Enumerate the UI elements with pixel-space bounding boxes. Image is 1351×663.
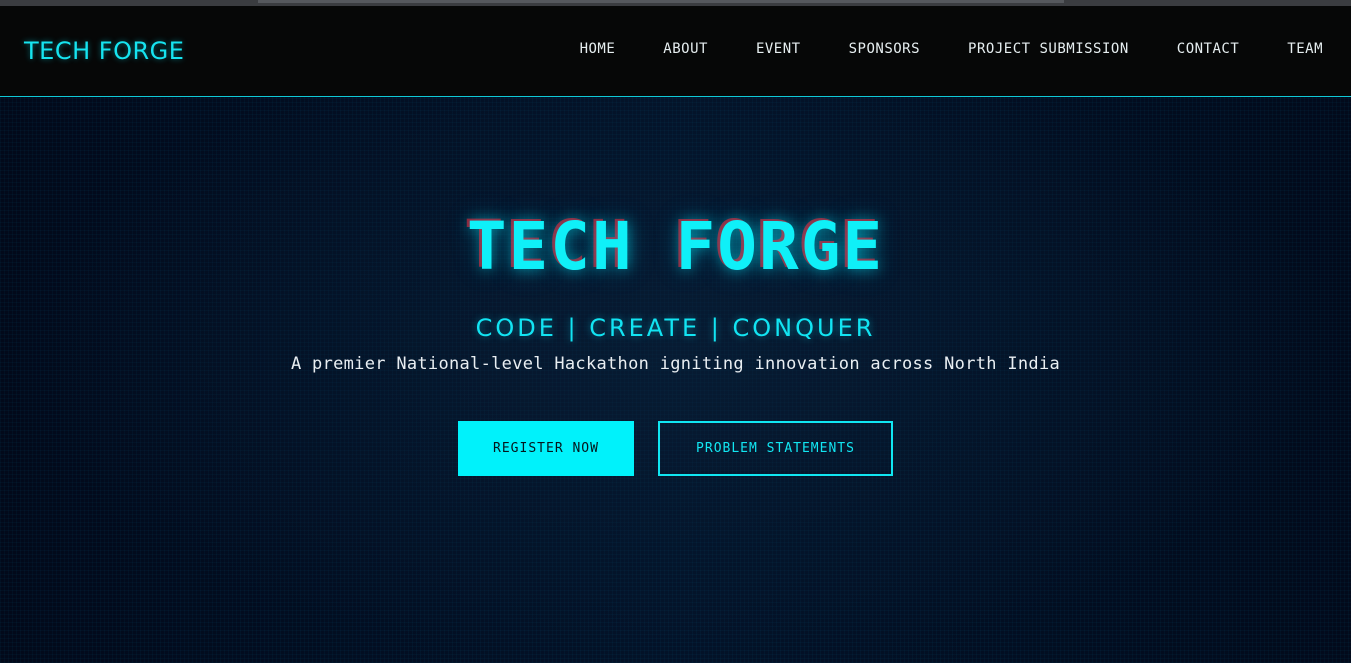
nav-link-home[interactable]: HOME — [580, 40, 616, 58]
register-now-button[interactable]: REGISTER NOW — [458, 421, 634, 476]
hero-subtitle: A premier National-level Hackathon ignit… — [290, 354, 1061, 374]
nav-link-about[interactable]: ABOUT — [663, 40, 708, 58]
hero-section: TECH FORGE CODE | CREATE | CONQUER A pre… — [0, 97, 1351, 663]
nav-link-team[interactable]: TEAM — [1287, 40, 1323, 58]
navbar: TECH FORGE HOME ABOUT EVENT SPONSORS PRO… — [0, 6, 1351, 97]
nav-link-project-submission[interactable]: PROJECT SUBMISSION — [968, 40, 1129, 58]
nav-links: HOME ABOUT EVENT SPONSORS PROJECT SUBMIS… — [580, 40, 1323, 58]
problem-statements-button[interactable]: PROBLEM STATEMENTS — [658, 421, 893, 476]
nav-link-event[interactable]: EVENT — [756, 40, 801, 58]
hero-title: TECH FORGE — [466, 208, 885, 285]
nav-link-sponsors[interactable]: SPONSORS — [849, 40, 920, 58]
hero-tagline: CODE | CREATE | CONQUER — [475, 314, 876, 342]
scroll-indicator — [258, 0, 1064, 3]
brand-logo[interactable]: TECH FORGE — [24, 37, 184, 65]
nav-link-contact[interactable]: CONTACT — [1177, 40, 1240, 58]
